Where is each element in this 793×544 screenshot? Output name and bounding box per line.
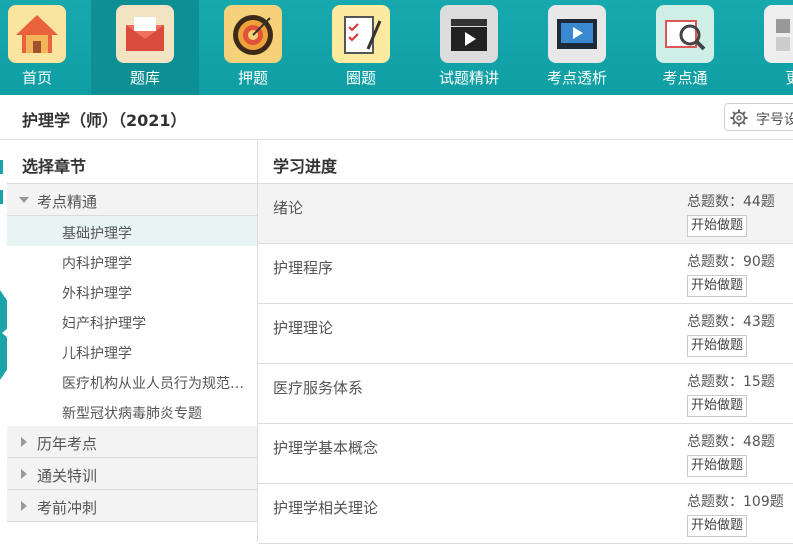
video-player-icon	[548, 5, 606, 63]
chapter-item[interactable]: 内科护理学	[7, 246, 257, 276]
question-count: 总题数：15题	[687, 374, 775, 390]
start-practice-button[interactable]: 开始做题	[687, 215, 748, 237]
chapter-group-label: 考点精通	[37, 193, 98, 211]
clipboard-pen-icon	[332, 5, 390, 63]
edge-marker	[0, 190, 3, 204]
home-icon	[8, 5, 66, 63]
toolbar-question-bank-label: 题库	[129, 69, 160, 87]
question-count: 总题数：109题	[687, 494, 784, 510]
section-name: 护理学相关理论	[273, 499, 379, 517]
start-practice-button[interactable]: 开始做题	[687, 335, 748, 357]
progress-panel: 学习进度 绪论 总题数：44题 开始做题 护理程序 总题数：90题 开始做题 护…	[258, 141, 793, 544]
section-name: 护理学基本概念	[273, 439, 379, 457]
title-bar: 护理学（师）（2021）	[0, 95, 793, 140]
toolbar-more[interactable]: 更	[739, 0, 793, 95]
start-practice-button[interactable]: 开始做题	[687, 455, 748, 477]
chapter-group-linian-kaodian[interactable]: 历年考点	[7, 426, 257, 458]
chapter-group-label: 考前冲刺	[37, 499, 98, 517]
triangle-right-icon	[21, 437, 27, 447]
toolbar-mark-questions[interactable]: 圈题	[307, 0, 415, 95]
font-size-button[interactable]: 字号设	[724, 103, 793, 131]
chapter-item-label: 医疗机构从业人员行为规范与医学伦理学	[62, 376, 257, 392]
toolbar-predict[interactable]: 押题	[199, 0, 307, 95]
toolbar-analysis-label: 考点透析	[546, 69, 607, 87]
chapter-item-label: 基础护理学	[62, 226, 132, 242]
toolbar-question-bank[interactable]: 题库	[91, 0, 199, 95]
edge-marker	[0, 160, 3, 174]
chapter-item[interactable]: 儿科护理学	[7, 336, 257, 366]
toolbar-home-label: 首页	[21, 69, 52, 87]
page-title: 护理学（师）（2021）	[22, 111, 187, 130]
chapter-group-label: 通关特训	[37, 467, 98, 485]
question-count: 总题数：43题	[687, 314, 775, 330]
font-size-label: 字号设	[756, 112, 793, 128]
section-name: 护理程序	[273, 259, 334, 277]
section-row: 医疗服务体系 总题数：15题 开始做题	[258, 364, 793, 424]
question-count: 总题数：44题	[687, 194, 775, 210]
section-row: 绪论 总题数：44题 开始做题	[258, 184, 793, 244]
envelope-icon	[116, 5, 174, 63]
section-row: 护理程序 总题数：90题 开始做题	[258, 244, 793, 304]
section-name: 护理理论	[273, 319, 334, 337]
chapter-item[interactable]: 医疗机构从业人员行为规范与医学伦理学	[7, 366, 257, 396]
chapter-item-label: 外科护理学	[62, 286, 132, 302]
chapter-item-label: 内科护理学	[62, 256, 132, 272]
more-icon	[764, 5, 793, 63]
chapter-panel-heading: 选择章节	[7, 141, 257, 184]
section-row: 护理学基本概念 总题数：48题 开始做题	[258, 424, 793, 484]
start-practice-button[interactable]: 开始做题	[687, 515, 748, 537]
toolbar-analysis[interactable]: 考点透析	[523, 0, 631, 95]
section-name: 绪论	[273, 199, 304, 217]
target-icon	[224, 5, 282, 63]
question-count: 总题数：48题	[687, 434, 775, 450]
chapter-item-label: 新型冠状病毒肺炎专题	[62, 406, 202, 422]
section-row: 护理理论 总题数：43题 开始做题	[258, 304, 793, 364]
chapter-item-label: 儿科护理学	[62, 346, 132, 362]
start-practice-button[interactable]: 开始做题	[687, 275, 748, 297]
toolbar-more-label: 更	[785, 69, 793, 87]
chapter-group-kaodian-jingtong[interactable]: 考点精通	[7, 184, 257, 216]
section-row: 护理学相关理论 总题数：109题 开始做题	[258, 484, 793, 544]
chapter-item[interactable]: 妇产科护理学	[7, 306, 257, 336]
triangle-down-icon	[19, 197, 29, 203]
book-magnifier-icon	[656, 5, 714, 63]
main-toolbar: 首页 题库 押题 圈题 试题精讲 考点透析 考点通 更	[0, 0, 793, 95]
chapter-panel: 选择章节 考点精通 基础护理学 内科护理学 外科护理学 妇产科护理学 儿科护理学…	[7, 141, 258, 542]
toolbar-home[interactable]: 首页	[0, 0, 91, 95]
chapter-item[interactable]: 基础护理学	[7, 216, 257, 246]
chapter-group-kaoqian-chongci[interactable]: 考前冲刺	[7, 490, 257, 522]
toolbar-mark-questions-label: 圈题	[345, 69, 376, 87]
start-practice-button[interactable]: 开始做题	[687, 395, 748, 417]
toolbar-predict-label: 押题	[237, 69, 268, 87]
triangle-right-icon	[21, 501, 27, 511]
gear-icon	[730, 109, 748, 127]
chapter-group-tongguan-texun[interactable]: 通关特训	[7, 458, 257, 490]
clapperboard-icon	[440, 5, 498, 63]
triangle-right-icon	[21, 469, 27, 479]
chapter-item-label: 妇产科护理学	[62, 316, 146, 332]
question-count: 总题数：90题	[687, 254, 775, 270]
chapter-item[interactable]: 外科护理学	[7, 276, 257, 306]
toolbar-lectures-label: 试题精讲	[438, 69, 499, 87]
chapter-item[interactable]: 新型冠状病毒肺炎专题	[7, 396, 257, 426]
section-name: 医疗服务体系	[273, 379, 364, 397]
progress-panel-heading: 学习进度	[258, 141, 793, 184]
toolbar-key-points-label: 考点通	[662, 69, 708, 87]
chapter-group-label: 历年考点	[37, 435, 98, 453]
toolbar-key-points[interactable]: 考点通	[631, 0, 739, 95]
toolbar-lectures[interactable]: 试题精讲	[415, 0, 523, 95]
